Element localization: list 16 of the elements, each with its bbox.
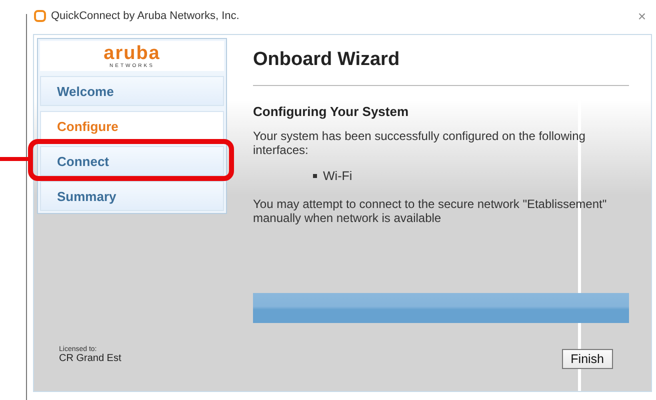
finish-button[interactable]: Finish	[562, 349, 613, 369]
logo-wordmark: aruba	[104, 45, 160, 63]
bullet-icon	[313, 174, 317, 178]
note-text: You may attempt to connect to the secure network "Etablissement" manually when network is available	[253, 197, 608, 225]
nav-item[interactable]: Connect	[40, 146, 224, 176]
section-heading: Configuring Your System	[253, 104, 410, 119]
wizard-title: Onboard Wizard	[253, 49, 401, 71]
window-title: QuickConnect by Aruba Networks, Inc.	[51, 10, 240, 22]
interface-item: Wi-Fi	[323, 169, 352, 183]
nav-item[interactable]: Summary	[40, 181, 224, 211]
app-icon	[34, 10, 46, 22]
close-button[interactable]: ×	[636, 8, 648, 24]
intro-text: Your system has been successfully configured on the following interfaces:	[253, 129, 586, 157]
nav-item[interactable]: Welcome	[40, 76, 224, 106]
nav-item[interactable]: Configure	[40, 111, 224, 141]
license-holder: CR Grand Est	[59, 353, 122, 364]
